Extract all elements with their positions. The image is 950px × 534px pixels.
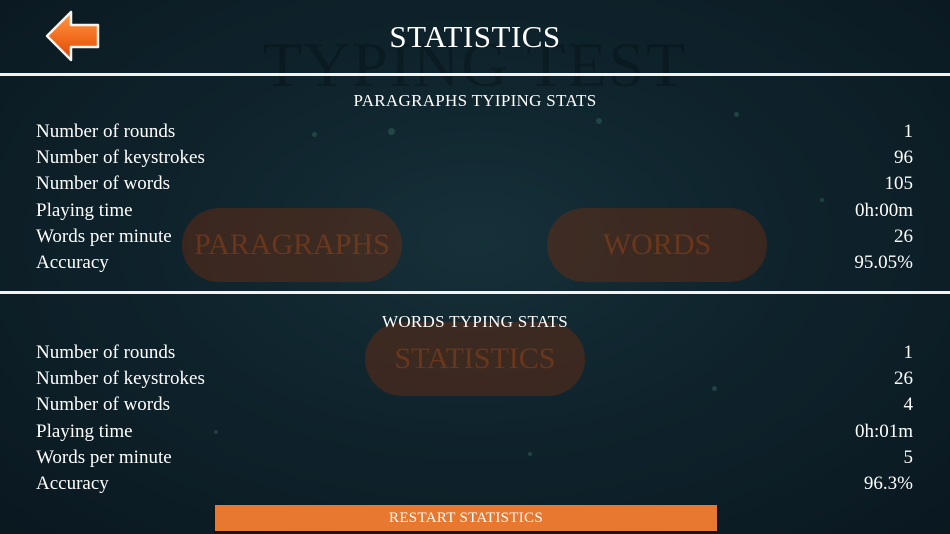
stat-value: 0h:01m bbox=[854, 420, 913, 442]
stat-label: Number of keystrokes bbox=[36, 147, 205, 169]
stat-value: 26 bbox=[894, 368, 913, 390]
stat-row-words: Number of words 105 bbox=[36, 171, 913, 197]
stat-label: Accuracy bbox=[36, 472, 109, 494]
stat-label: Number of rounds bbox=[36, 342, 176, 363]
stat-row-accuracy: Accuracy 96.3% bbox=[36, 471, 913, 497]
stat-value: 5 bbox=[903, 446, 914, 468]
stat-label: Words per minute bbox=[36, 446, 172, 468]
stat-row-words: Number of words 4 bbox=[36, 392, 913, 418]
stat-row-keystrokes: Number of keystrokes 26 bbox=[36, 366, 913, 392]
stat-row-rounds: Number of rounds 1 bbox=[36, 119, 913, 145]
paragraphs-stats-list: Number of rounds 1 Number of keystrokes … bbox=[36, 119, 913, 276]
stat-value: 0h:00m bbox=[854, 199, 913, 221]
words-stats-title: WORDS TYPING STATS bbox=[381, 312, 569, 331]
stat-row-playing-time: Playing time 0h:01m bbox=[36, 419, 913, 445]
stat-value: 1 bbox=[903, 121, 914, 142]
stat-value: 96.3% bbox=[863, 472, 913, 494]
stat-label: Accuracy bbox=[36, 251, 109, 273]
stat-row-playing-time: Playing time 0h:00m bbox=[36, 198, 913, 224]
stat-row-keystrokes: Number of keystrokes 96 bbox=[36, 145, 913, 171]
stat-value: 96 bbox=[894, 147, 913, 169]
restart-statistics-button[interactable]: RESTART STATISTICS bbox=[215, 505, 717, 531]
page-title: STATISTICS bbox=[389, 19, 561, 54]
stat-label: Number of keystrokes bbox=[36, 368, 205, 390]
stat-label: Words per minute bbox=[36, 225, 172, 247]
stat-label: Number of rounds bbox=[36, 121, 176, 142]
stat-row-accuracy: Accuracy 95.05% bbox=[36, 250, 913, 276]
statistics-screen: TYPING TEST PARAGRAPHS WORDS STATISTICS … bbox=[0, 0, 950, 534]
stat-row-wpm: Words per minute 26 bbox=[36, 224, 913, 250]
stat-label: Playing time bbox=[36, 420, 133, 442]
section-divider bbox=[0, 73, 950, 76]
stat-row-wpm: Words per minute 5 bbox=[36, 445, 913, 471]
stat-value: 26 bbox=[894, 225, 913, 247]
section-divider bbox=[0, 291, 950, 294]
stat-value: 95.05% bbox=[854, 251, 913, 273]
words-stats-list: Number of rounds 1 Number of keystrokes … bbox=[36, 340, 913, 497]
stat-value: 1 bbox=[903, 342, 914, 363]
background-particle bbox=[734, 112, 739, 117]
stat-value: 105 bbox=[884, 173, 914, 195]
stat-value: 4 bbox=[903, 394, 914, 416]
stat-label: Number of words bbox=[36, 173, 171, 195]
stat-row-rounds: Number of rounds 1 bbox=[36, 340, 913, 366]
stat-label: Playing time bbox=[36, 199, 133, 221]
stat-label: Number of words bbox=[36, 394, 171, 416]
paragraphs-stats-title: PARAGRAPHS TYIPING STATS bbox=[353, 91, 597, 110]
